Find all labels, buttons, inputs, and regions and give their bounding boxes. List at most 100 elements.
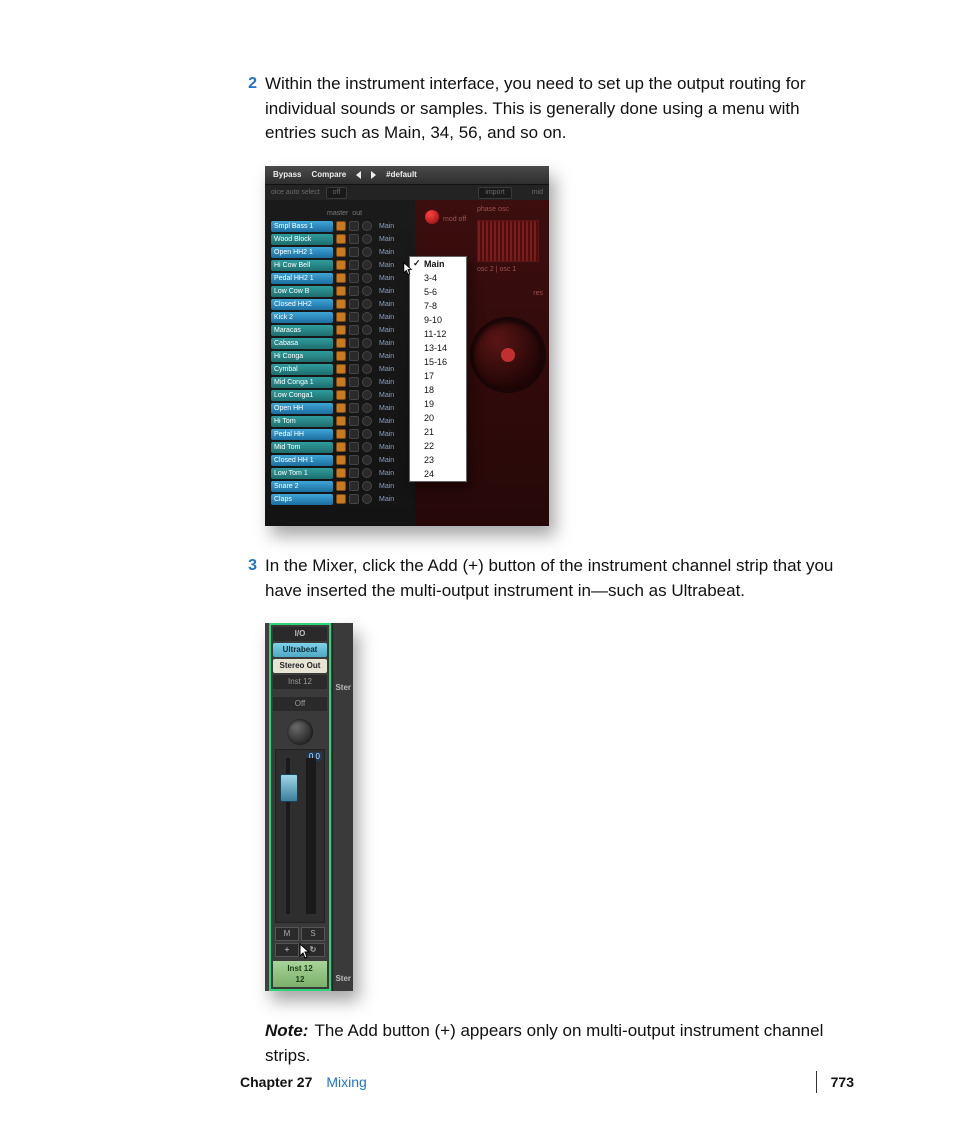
- output-menu-item[interactable]: 17: [410, 369, 466, 383]
- voice-row[interactable]: Open HHMain: [271, 402, 397, 415]
- voice-output[interactable]: Main: [379, 301, 394, 308]
- mute-toggle[interactable]: [336, 247, 346, 257]
- mute-toggle[interactable]: [336, 468, 346, 478]
- mute-toggle[interactable]: [336, 325, 346, 335]
- automation-mode[interactable]: Off: [273, 697, 327, 711]
- solo-toggle[interactable]: [349, 286, 359, 296]
- solo-toggle[interactable]: [349, 377, 359, 387]
- output-menu-item[interactable]: 11-12: [410, 327, 466, 341]
- mute-toggle[interactable]: [336, 364, 346, 374]
- voice-output[interactable]: Main: [379, 392, 394, 399]
- voice-output[interactable]: Main: [379, 366, 394, 373]
- voice-output[interactable]: Main: [379, 457, 394, 464]
- voice-knob[interactable]: [362, 364, 372, 374]
- fader-cap[interactable]: [280, 774, 298, 802]
- output-menu-item[interactable]: 9-10: [410, 313, 466, 327]
- voice-knob[interactable]: [362, 351, 372, 361]
- add-aux-button[interactable]: +: [275, 943, 299, 957]
- voice-knob[interactable]: [362, 312, 372, 322]
- voice-row[interactable]: Low Conga1Main: [271, 389, 397, 402]
- output-menu-item[interactable]: 15-16: [410, 355, 466, 369]
- mute-toggle[interactable]: [336, 221, 346, 231]
- voice-output[interactable]: Main: [379, 379, 394, 386]
- solo-toggle[interactable]: [349, 299, 359, 309]
- voice-output[interactable]: Main: [379, 470, 394, 477]
- output-slot[interactable]: Stereo Out: [273, 659, 327, 673]
- bypass-button[interactable]: Bypass: [273, 170, 301, 179]
- preset-name[interactable]: #default: [386, 170, 417, 179]
- voice-output[interactable]: Main: [379, 418, 394, 425]
- voice-knob[interactable]: [362, 234, 372, 244]
- voice-row[interactable]: CabasaMain: [271, 337, 397, 350]
- mute-toggle[interactable]: [336, 260, 346, 270]
- voice-knob[interactable]: [362, 260, 372, 270]
- voice-row[interactable]: ClapsMain: [271, 493, 397, 506]
- solo-toggle[interactable]: [349, 442, 359, 452]
- mute-toggle[interactable]: [336, 273, 346, 283]
- mute-button[interactable]: M: [275, 927, 299, 941]
- mute-toggle[interactable]: [336, 299, 346, 309]
- main-knob[interactable]: [473, 320, 543, 390]
- solo-toggle[interactable]: [349, 416, 359, 426]
- voice-knob[interactable]: [362, 377, 372, 387]
- voice-row[interactable]: CymbalMain: [271, 363, 397, 376]
- voice-output[interactable]: Main: [379, 340, 394, 347]
- solo-toggle[interactable]: [349, 364, 359, 374]
- voice-output[interactable]: Main: [379, 353, 394, 360]
- solo-toggle[interactable]: [349, 351, 359, 361]
- voice-knob[interactable]: [362, 221, 372, 231]
- mute-toggle[interactable]: [336, 494, 346, 504]
- voice-output[interactable]: Main: [379, 327, 394, 334]
- compare-button[interactable]: Compare: [311, 170, 346, 179]
- solo-button[interactable]: S: [301, 927, 325, 941]
- solo-toggle[interactable]: [349, 247, 359, 257]
- voice-knob[interactable]: [362, 273, 372, 283]
- output-menu-item[interactable]: 5-6: [410, 285, 466, 299]
- voice-knob[interactable]: [362, 247, 372, 257]
- output-menu-item[interactable]: 24: [410, 467, 466, 481]
- pan-knob[interactable]: [287, 719, 313, 745]
- voice-knob[interactable]: [362, 299, 372, 309]
- output-menu-item[interactable]: 13-14: [410, 341, 466, 355]
- voice-output[interactable]: Main: [379, 262, 394, 269]
- voice-knob[interactable]: [362, 338, 372, 348]
- voice-knob[interactable]: [362, 494, 372, 504]
- voice-knob[interactable]: [362, 416, 372, 426]
- voice-row[interactable]: Smpl Bass 1Main: [271, 220, 397, 233]
- voice-output[interactable]: Main: [379, 314, 394, 321]
- mute-toggle[interactable]: [336, 416, 346, 426]
- voice-knob[interactable]: [362, 403, 372, 413]
- voice-row[interactable]: Low Cow BMain: [271, 285, 397, 298]
- mute-toggle[interactable]: [336, 429, 346, 439]
- output-menu-item[interactable]: 7-8: [410, 299, 466, 313]
- voice-knob[interactable]: [362, 429, 372, 439]
- voice-row[interactable]: Snare 2Main: [271, 480, 397, 493]
- voice-knob[interactable]: [362, 286, 372, 296]
- channel-name-slot[interactable]: Inst 12 12: [273, 961, 327, 987]
- instrument-slot[interactable]: Ultrabeat: [273, 643, 327, 657]
- mute-toggle[interactable]: [336, 390, 346, 400]
- voice-knob[interactable]: [362, 442, 372, 452]
- voice-knob[interactable]: [362, 468, 372, 478]
- solo-toggle[interactable]: [349, 390, 359, 400]
- output-menu-item[interactable]: 23: [410, 453, 466, 467]
- output-menu-item[interactable]: 20: [410, 411, 466, 425]
- solo-toggle[interactable]: [349, 468, 359, 478]
- solo-toggle[interactable]: [349, 312, 359, 322]
- mute-toggle[interactable]: [336, 286, 346, 296]
- voice-output[interactable]: Main: [379, 223, 394, 230]
- voice-row[interactable]: MaracasMain: [271, 324, 397, 337]
- prev-preset-icon[interactable]: [356, 171, 361, 179]
- solo-toggle[interactable]: [349, 429, 359, 439]
- solo-toggle[interactable]: [349, 325, 359, 335]
- solo-toggle[interactable]: [349, 273, 359, 283]
- solo-toggle[interactable]: [349, 403, 359, 413]
- voice-row[interactable]: Open HH2 1Main: [271, 246, 397, 259]
- voice-row[interactable]: Low Tom 1Main: [271, 467, 397, 480]
- solo-toggle[interactable]: [349, 455, 359, 465]
- mute-toggle[interactable]: [336, 312, 346, 322]
- voice-output[interactable]: Main: [379, 249, 394, 256]
- voice-output[interactable]: Main: [379, 405, 394, 412]
- voice-row[interactable]: Mid Conga 1Main: [271, 376, 397, 389]
- voice-row[interactable]: Kick 2Main: [271, 311, 397, 324]
